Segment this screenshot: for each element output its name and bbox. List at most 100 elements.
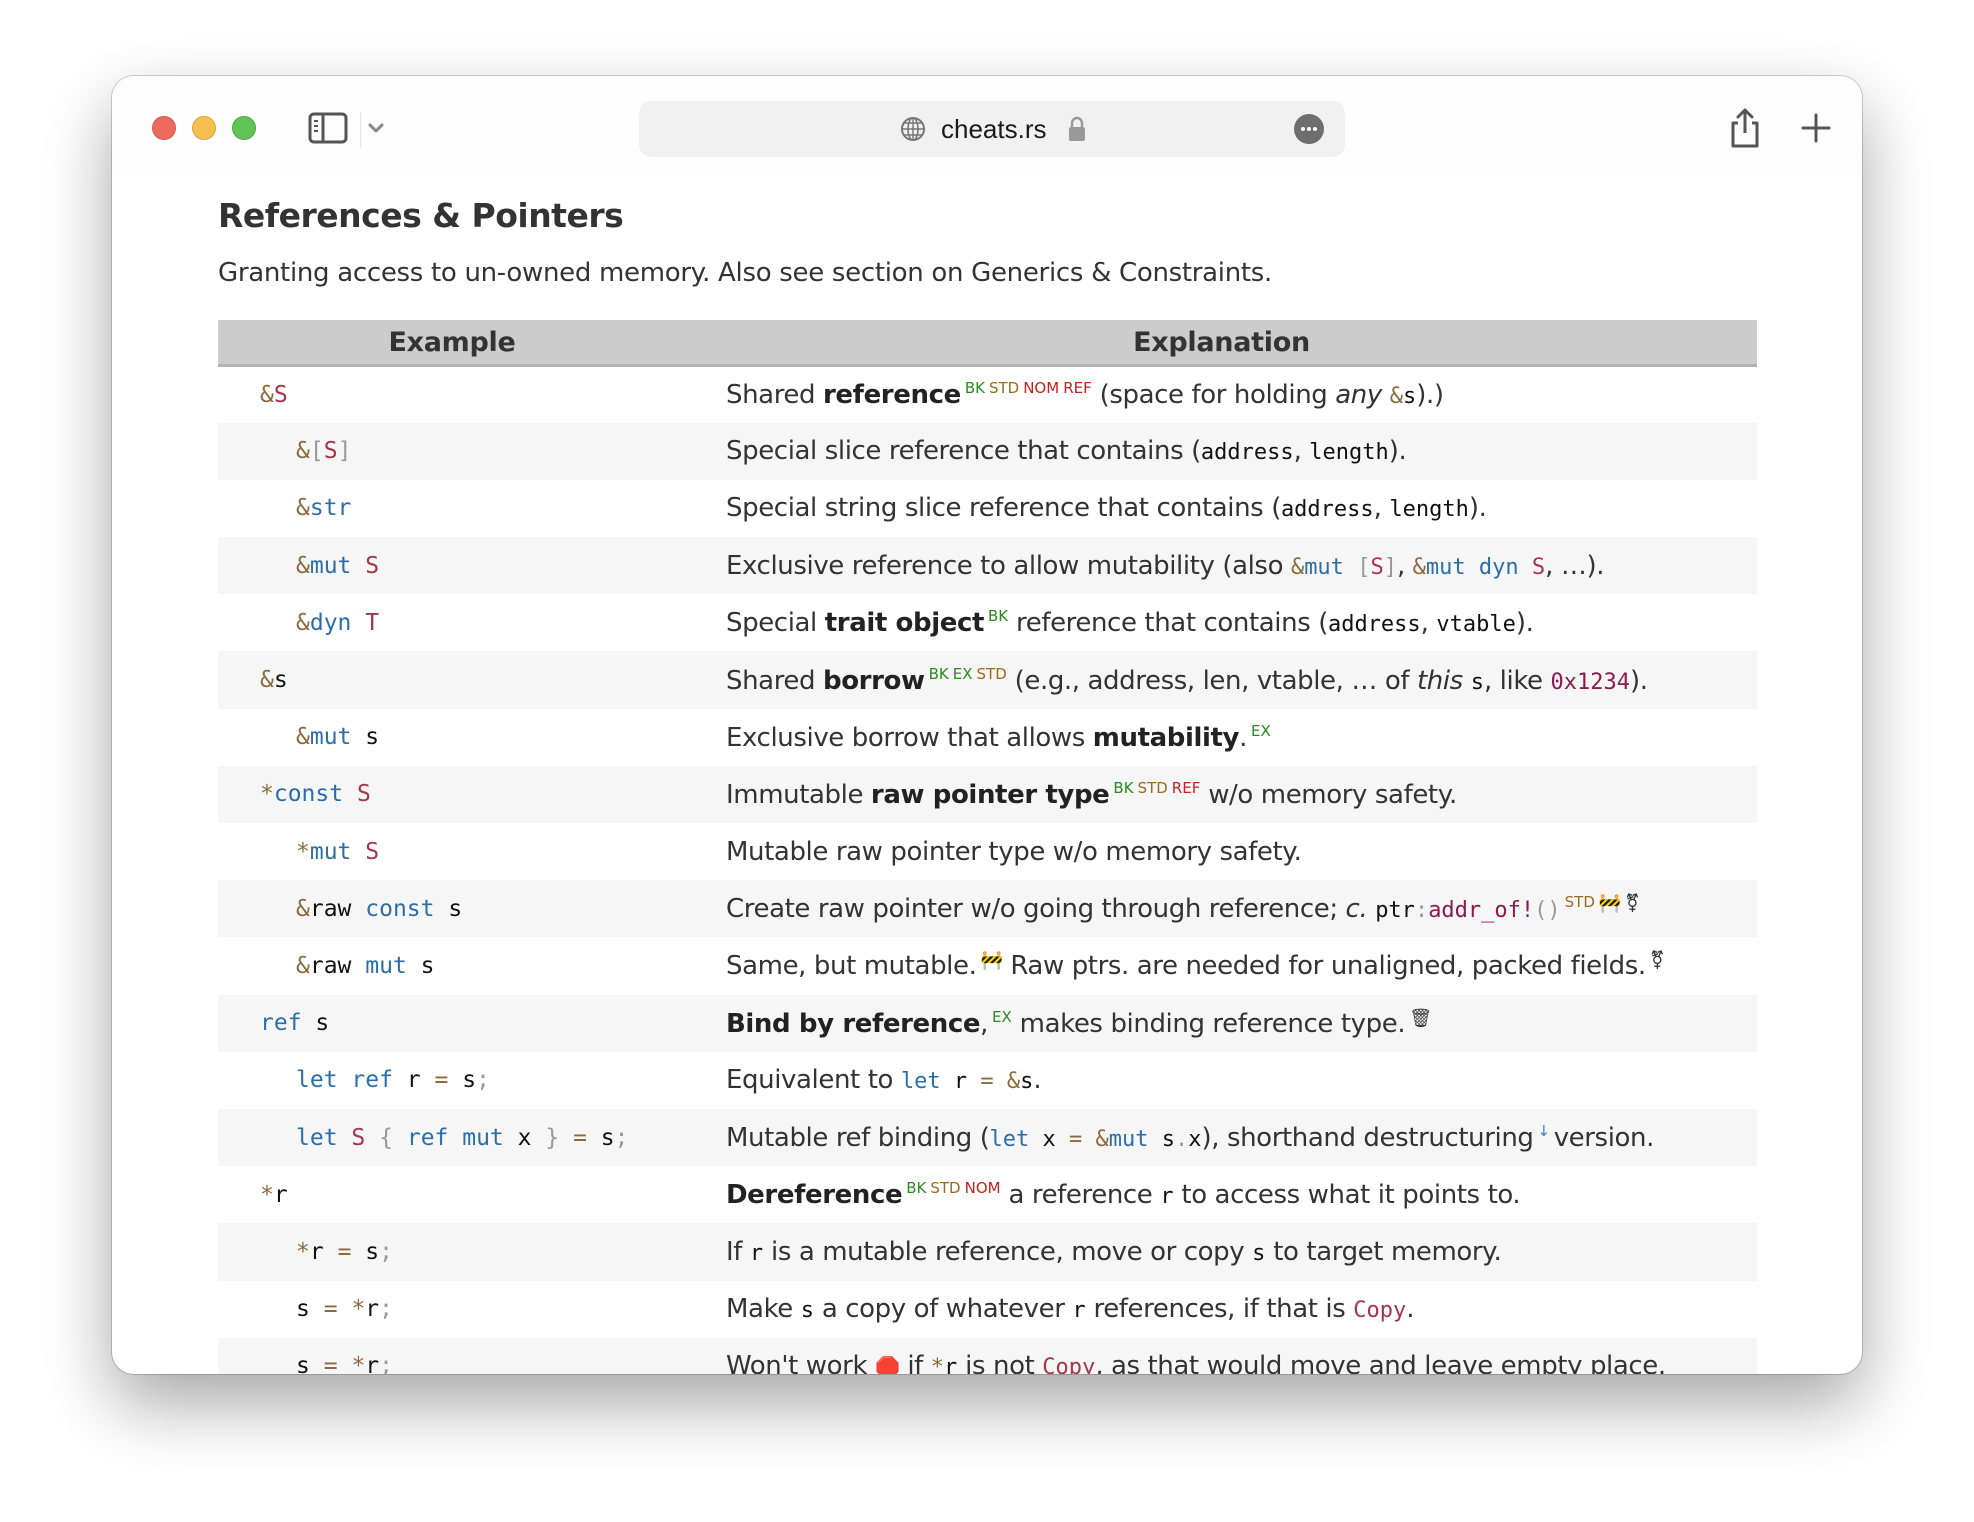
explanation-text: [1367, 894, 1375, 924]
table-row: ref s Bind by reference, EX makes binding …: [218, 994, 1757, 1052]
explanation-text: reference that contains (: [1008, 608, 1328, 639]
table-row: &mut s Exclusive borrow that allows mutab…: [218, 709, 1757, 766]
link-std-tag[interactable]: STD: [977, 665, 1007, 683]
share-button[interactable]: [1727, 106, 1763, 150]
code-token: s: [420, 952, 435, 979]
code-token: S: [356, 781, 371, 808]
inline-code: &: [1290, 554, 1305, 580]
references-table: Example Explanation &S Shared reference BK…: [218, 320, 1757, 1374]
browser-window: cheats.rs References & Pointers Granting…: [112, 76, 1862, 1374]
example-cell: &str: [218, 480, 686, 537]
link-std-tag[interactable]: STD: [930, 1179, 960, 1197]
inline-code: [941, 1069, 954, 1094]
url-text[interactable]: cheats.rs: [941, 114, 1047, 145]
close-button[interactable]: [152, 116, 176, 140]
explanation-cell: Bind by reference, EX makes binding refer…: [686, 994, 1757, 1052]
inline-code: r: [749, 1240, 764, 1266]
link-bk-tag[interactable]: BK: [965, 379, 985, 397]
code-token: ;: [379, 1238, 394, 1265]
code-token: r: [273, 1181, 288, 1208]
inline-code: &: [1095, 1127, 1109, 1153]
link-std-tag[interactable]: STD: [1565, 893, 1595, 911]
explanation-text: Same, but mutable.: [726, 951, 977, 982]
link-bk-tag[interactable]: BK: [929, 665, 949, 683]
code-token: mut: [309, 838, 352, 865]
link-nom-tag[interactable]: NOM: [965, 1179, 1001, 1197]
code-token: ;: [379, 1296, 394, 1323]
chevron-down-icon: [368, 123, 384, 133]
arrow-down-link-icon[interactable]: ↓: [1538, 1122, 1551, 1140]
link-ref-tag[interactable]: REF: [1172, 779, 1201, 797]
explanation-text: w/o memory safety.: [1200, 779, 1457, 810]
example-cell: ref s: [218, 994, 686, 1052]
link-bk-tag[interactable]: BK: [1113, 779, 1133, 797]
inline-code: =: [1068, 1127, 1083, 1153]
explanation-cell: Exclusive reference to allow mutability …: [686, 537, 1757, 595]
link-nom-tag[interactable]: NOM: [1023, 379, 1059, 397]
explanation-cell: Mutable ref binding (let x = &mut s.x), …: [686, 1108, 1757, 1167]
explanation-cell: Mutable raw pointer type w/o memory safe…: [686, 823, 1757, 880]
explanation-cell: Shared reference BK STD NOM REF (space for h…: [686, 366, 1757, 423]
explanation-text: ).: [1468, 493, 1487, 524]
inline-code: (): [1534, 898, 1561, 924]
inline-code: &: [1412, 554, 1426, 580]
explanation-text: is a mutable reference, move or copy: [763, 1236, 1253, 1267]
code-token: &: [296, 609, 310, 636]
code-token: ;: [476, 1067, 490, 1094]
link-ex-tag[interactable]: EX: [953, 665, 973, 683]
inline-code: s: [1470, 669, 1484, 695]
bold-term: mutability: [1092, 722, 1240, 753]
italic-text: this: [1416, 665, 1463, 696]
example-cell: s = *r;: [218, 1337, 686, 1374]
example-cell: let ref r = s;: [218, 1052, 686, 1109]
plus-icon: [1801, 113, 1831, 143]
link-ref-tag[interactable]: REF: [1063, 379, 1092, 397]
link-bk-tag[interactable]: BK: [988, 607, 1008, 625]
explanation-cell: Dereference BK STD NOM a reference r to acc…: [686, 1166, 1757, 1223]
explanation-cell: Make s a copy of whatever r references, …: [686, 1281, 1757, 1338]
code-token: &: [260, 667, 274, 694]
sidebar-toggle-button[interactable]: [308, 112, 348, 144]
inline-code: Copy: [1353, 1298, 1407, 1324]
explanation-text: to access what it points to.: [1173, 1180, 1521, 1211]
link-std-tag[interactable]: STD: [1138, 779, 1168, 797]
link-std-tag[interactable]: STD: [989, 379, 1019, 397]
link-bk-tag[interactable]: BK: [906, 1179, 926, 1197]
code-token: &: [260, 381, 274, 408]
explanation-text: If: [726, 1236, 750, 1267]
example-cell: &S: [218, 366, 686, 423]
link-ex-tag[interactable]: EX: [1251, 722, 1271, 740]
minimize-button[interactable]: [192, 116, 216, 140]
inline-code: address: [1327, 612, 1421, 638]
code-token: *: [260, 781, 274, 808]
bold-term: reference: [823, 380, 961, 411]
inline-code: 0x1234: [1550, 669, 1631, 695]
explanation-text: is not: [957, 1351, 1043, 1374]
example-cell: &raw const s: [218, 880, 686, 938]
page-menu-button[interactable]: [1294, 114, 1324, 144]
link-ex-tag[interactable]: EX: [992, 1008, 1012, 1026]
code-token: s: [315, 1010, 330, 1037]
address-bar[interactable]: cheats.rs: [639, 101, 1345, 157]
inline-code: r: [944, 1355, 958, 1374]
zoom-button[interactable]: [232, 116, 256, 140]
explanation-text: Special: [726, 608, 825, 639]
explanation-text: Make: [726, 1294, 801, 1325]
tab-group-dropdown-button[interactable]: [364, 114, 388, 142]
new-tab-button[interactable]: [1800, 112, 1832, 144]
sidebar-icon: [308, 112, 348, 144]
table-row: &s Shared borrow BK EX STD (e.g., address, l…: [218, 651, 1757, 709]
code-token: T: [365, 609, 380, 636]
explanation-cell: Special slice reference that contains (a…: [686, 422, 1757, 480]
page-title: References & Pointers: [218, 196, 624, 235]
explanation-cell: Create raw pointer w/o going through ref…: [686, 880, 1757, 938]
code-token: =: [337, 1238, 352, 1265]
